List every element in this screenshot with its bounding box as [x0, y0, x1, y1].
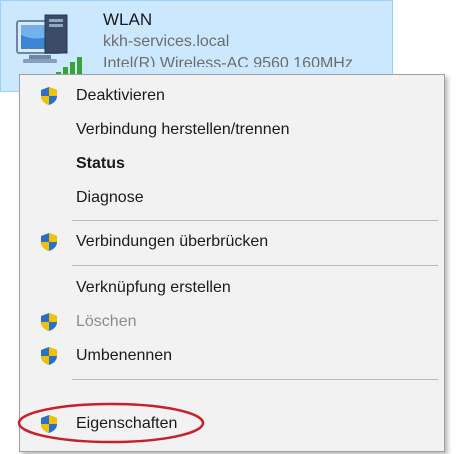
shield-icon	[41, 233, 57, 251]
menu-item-verbindung-herstellen-trennen[interactable]: Verbindung herstellen/trennen	[20, 113, 444, 147]
menu-item-label: Eigenschaften	[76, 415, 178, 432]
menu-separator	[72, 379, 438, 380]
shield-icon	[41, 313, 57, 331]
menu-item-umbenennen[interactable]: Umbenennen	[20, 339, 444, 373]
menu-item-label: Verknüpfung erstellen	[76, 279, 231, 296]
menu-item-label: Löschen	[76, 313, 137, 330]
menu-item-label: Umbenennen	[76, 347, 173, 364]
adapter-device: Intel(R) Wireless-AC 9560 160MHz	[103, 55, 353, 67]
menu-item-diagnose[interactable]: Diagnose	[20, 181, 444, 215]
menu-item-label: Deaktivieren	[76, 87, 165, 104]
menu-item-deaktivieren[interactable]: Deaktivieren	[20, 79, 444, 113]
menu-item-status[interactable]: Status	[20, 147, 444, 181]
shield-icon	[41, 347, 57, 365]
menu-item-verknuepfung-erstellen[interactable]: Verknüpfung erstellen	[20, 271, 444, 305]
menu-separator	[72, 265, 438, 266]
menu-item-eigenschaften[interactable]: Eigenschaften	[20, 407, 444, 441]
adapter-network: kkh-services.local	[103, 33, 230, 50]
shield-icon	[41, 415, 57, 433]
menu-separator	[72, 220, 438, 221]
adapter-name: WLAN	[103, 10, 153, 29]
menu-item-label: Status	[76, 155, 125, 172]
menu-item-label: Verbindung herstellen/trennen	[76, 121, 290, 138]
context-menu: Deaktivieren Verbindung herstellen/trenn…	[17, 74, 445, 452]
menu-item-verbindungen-ueberbruecken[interactable]: Verbindungen überbrücken	[20, 225, 444, 259]
shield-icon	[41, 87, 57, 105]
menu-item-loeschen: Löschen	[20, 305, 444, 339]
menu-item-label: Diagnose	[76, 189, 144, 206]
menu-item-label: Verbindungen überbrücken	[76, 233, 269, 250]
